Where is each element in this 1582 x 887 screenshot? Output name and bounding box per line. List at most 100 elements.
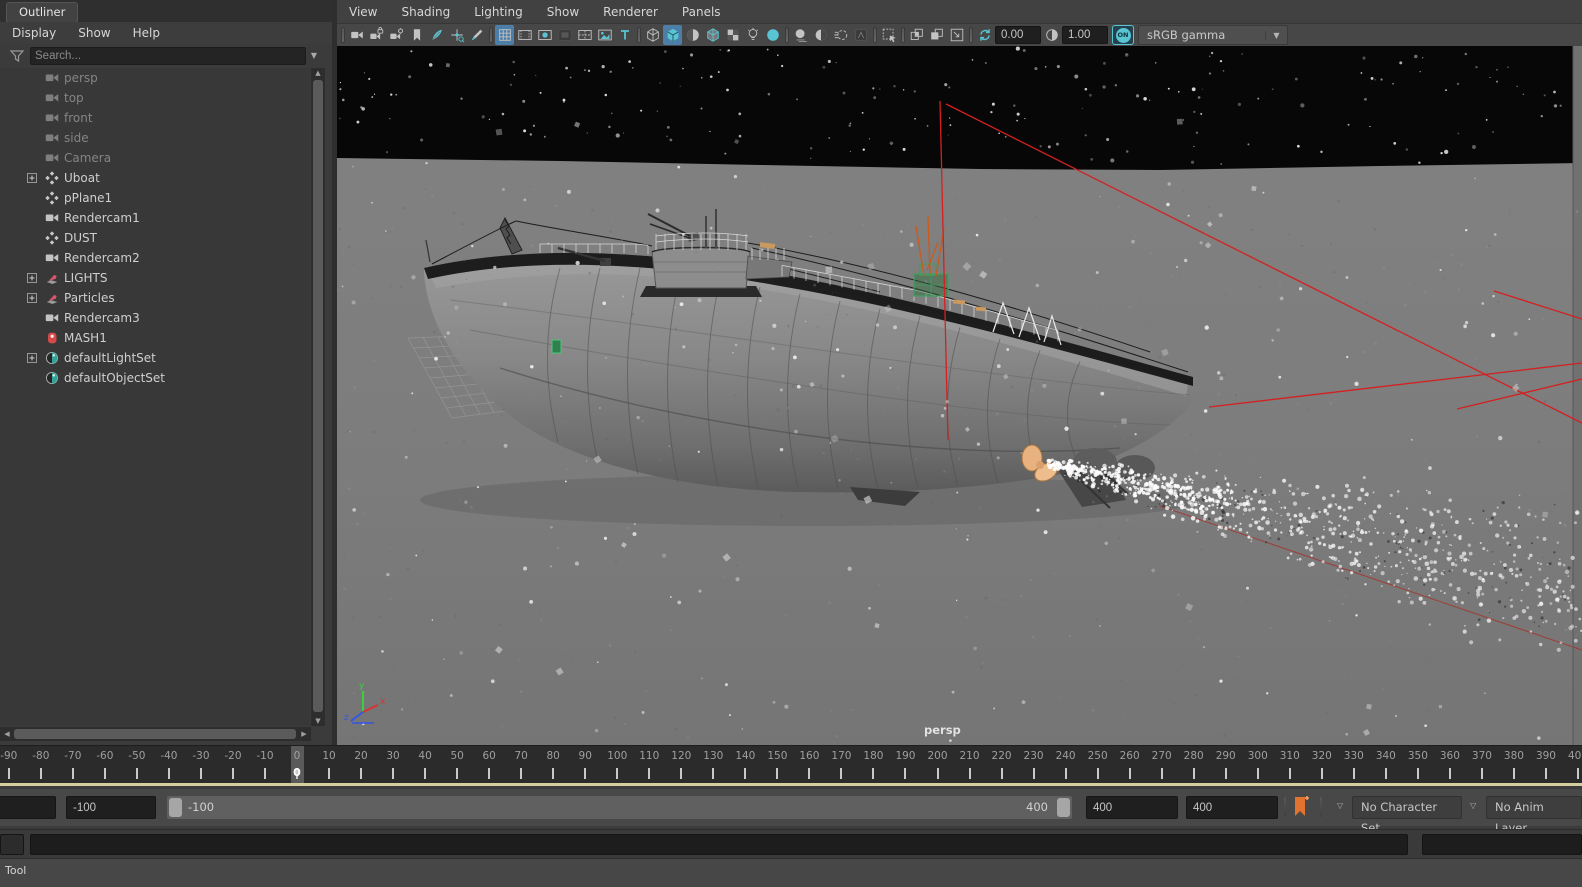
outliner-item-persp[interactable]: persp xyxy=(0,68,310,88)
textured-display-button[interactable] xyxy=(683,25,702,45)
range-end-field[interactable] xyxy=(1086,796,1178,819)
range-start-field[interactable] xyxy=(66,796,156,819)
viewport-canvas[interactable]: y x z persp xyxy=(337,46,1582,745)
smooth-shade-button[interactable] xyxy=(663,25,682,45)
image-plane-button[interactable] xyxy=(595,25,614,45)
animation-end-field[interactable] xyxy=(1186,796,1278,819)
outliner-item-pplane1[interactable]: pPlane1 xyxy=(0,188,310,208)
lock-camera-button[interactable] xyxy=(367,25,386,45)
chevron-down-icon[interactable]: ▼ xyxy=(1265,31,1287,40)
grid-toggle-button[interactable] xyxy=(495,25,514,45)
outliner-item-rendercam2[interactable]: Rendercam2 xyxy=(0,248,310,268)
snapshot-overlay-button[interactable] xyxy=(927,25,946,45)
exposure-cycle-button[interactable] xyxy=(975,25,994,45)
command-line-input[interactable] xyxy=(30,834,1408,855)
tumble-pivot-button[interactable] xyxy=(447,25,466,45)
expand-icon[interactable] xyxy=(27,273,37,283)
character-set-dropdown[interactable]: No Character Set xyxy=(1352,796,1462,819)
camera-attributes-button[interactable] xyxy=(387,25,406,45)
viewport-menu-panels[interactable]: Panels xyxy=(682,0,721,23)
toolbar-separator[interactable] xyxy=(783,27,790,43)
outliner-item-particles[interactable]: Particles xyxy=(0,288,310,308)
outliner-item-top[interactable]: top xyxy=(0,88,310,108)
green-marker[interactable] xyxy=(552,340,561,353)
use-default-material-button[interactable] xyxy=(723,25,742,45)
exposure-field[interactable] xyxy=(995,26,1041,44)
vscroll-thumb[interactable] xyxy=(313,80,323,712)
grease-pencil-button[interactable] xyxy=(427,25,446,45)
search-input[interactable] xyxy=(30,47,306,65)
color-management-toggle[interactable]: ON xyxy=(1112,25,1134,45)
search-dropdown-icon[interactable]: ▼ xyxy=(306,48,322,64)
anim-layer-menu-icon[interactable]: ▽ xyxy=(1470,801,1476,810)
hud-toggle-button[interactable] xyxy=(615,25,634,45)
scene-lights-button[interactable] xyxy=(743,25,762,45)
paint-tool-button[interactable] xyxy=(467,25,486,45)
toolbar-separator[interactable] xyxy=(635,27,642,43)
outliner-item-side[interactable]: side xyxy=(0,128,310,148)
zoom-region-button[interactable] xyxy=(947,25,966,45)
ambient-occlusion-button[interactable] xyxy=(811,25,830,45)
shadows-button[interactable] xyxy=(791,25,810,45)
anim-layer-dropdown[interactable]: No Anim Layer xyxy=(1486,796,1582,819)
viewport-menu-lighting[interactable]: Lighting xyxy=(474,0,523,23)
contrast-button[interactable] xyxy=(1042,25,1061,45)
isolate-select-button[interactable] xyxy=(879,25,898,45)
gate-mask-button[interactable] xyxy=(555,25,574,45)
anti-aliasing-button[interactable] xyxy=(851,25,870,45)
outliner-item-dust[interactable]: DUST xyxy=(0,228,310,248)
toolbar-separator[interactable] xyxy=(871,27,878,43)
field-chart-button[interactable] xyxy=(575,25,594,45)
viewport-menu-show[interactable]: Show xyxy=(547,0,579,23)
create-bookmark-button[interactable] xyxy=(1292,796,1310,818)
hscroll-thumb[interactable] xyxy=(14,729,296,739)
viewport-menu-shading[interactable]: Shading xyxy=(401,0,450,23)
outliner-item-rendercam1[interactable]: Rendercam1 xyxy=(0,208,310,228)
outliner-item-lights[interactable]: LIGHTS xyxy=(0,268,310,288)
outliner-vertical-scrollbar[interactable]: ▲ ▼ xyxy=(311,68,325,726)
outliner-item-defaultlightset[interactable]: defaultLightSet xyxy=(0,348,310,368)
range-start-handle[interactable] xyxy=(169,798,182,817)
outliner-menu-display[interactable]: Display xyxy=(12,22,56,44)
outliner-item-camera[interactable]: Camera xyxy=(0,148,310,168)
range-slider-track[interactable]: -100 400 xyxy=(167,796,1072,819)
wireframe-display-button[interactable] xyxy=(643,25,662,45)
motion-blur-button[interactable] xyxy=(831,25,850,45)
command-line-mode-button[interactable] xyxy=(0,834,24,855)
command-result-field[interactable] xyxy=(1422,834,1582,855)
outliner-item-front[interactable]: front xyxy=(0,108,310,128)
outliner-horizontal-scrollbar[interactable]: ◀ ▶ xyxy=(0,727,311,741)
toolbar-separator[interactable] xyxy=(967,27,974,43)
animation-start-field[interactable] xyxy=(0,796,56,819)
outliner-menu-help[interactable]: Help xyxy=(133,22,160,44)
outliner-item-mash1[interactable]: MASH1 xyxy=(0,328,310,348)
toolbar-separator[interactable] xyxy=(899,27,906,43)
character-set-menu-icon[interactable]: ▽ xyxy=(1337,801,1343,810)
resolution-gate-button[interactable] xyxy=(535,25,554,45)
viewport-menu-renderer[interactable]: Renderer xyxy=(603,0,658,23)
bookmarks-button[interactable] xyxy=(407,25,426,45)
outliner-item-uboat[interactable]: Uboat xyxy=(0,168,310,188)
gamma-field[interactable] xyxy=(1062,26,1108,44)
scroll-right-icon[interactable]: ▶ xyxy=(299,730,309,738)
time-slider[interactable]: -90-80-70-60-50-40-30-20-100102030405060… xyxy=(0,745,1582,786)
expand-icon[interactable] xyxy=(27,293,37,303)
filter-icon[interactable] xyxy=(8,48,26,64)
scroll-left-icon[interactable]: ◀ xyxy=(2,730,12,738)
viewport-menu-view[interactable]: View xyxy=(349,0,377,23)
flat-lighting-button[interactable] xyxy=(763,25,782,45)
view-transform-dropdown[interactable]: sRGB gamma▼ xyxy=(1138,25,1288,45)
scroll-down-icon[interactable]: ▼ xyxy=(311,717,325,725)
outliner-item-defaultobjectset[interactable]: defaultObjectSet xyxy=(0,368,310,388)
select-camera-button[interactable] xyxy=(347,25,366,45)
expand-icon[interactable] xyxy=(27,173,37,183)
tab-outliner[interactable]: Outliner xyxy=(6,2,78,22)
film-gate-button[interactable] xyxy=(515,25,534,45)
range-end-handle[interactable] xyxy=(1057,798,1070,817)
outliner-menu-show[interactable]: Show xyxy=(78,22,110,44)
wireframe-on-shaded-button[interactable] xyxy=(703,25,722,45)
outliner-item-rendercam3[interactable]: Rendercam3 xyxy=(0,308,310,328)
toolbar-separator[interactable] xyxy=(487,27,494,43)
viewport-snapshot-button[interactable] xyxy=(907,25,926,45)
toolbar-separator[interactable] xyxy=(339,27,346,43)
